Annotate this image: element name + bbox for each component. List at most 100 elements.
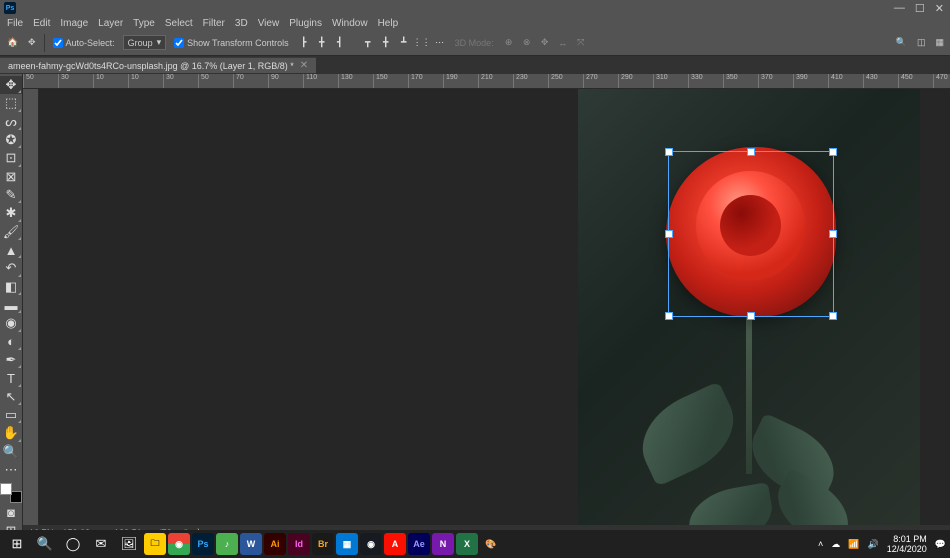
ruler-vertical: [23, 89, 39, 525]
more-options-icon[interactable]: ⋯: [433, 36, 447, 50]
edit-toolbar[interactable]: ⋯: [0, 461, 22, 479]
menu-3d[interactable]: 3D: [230, 18, 253, 29]
chrome-icon[interactable]: ◉: [168, 533, 190, 555]
eyedropper-tool[interactable]: ✎: [0, 186, 22, 204]
tray-chevron-icon[interactable]: ˄: [818, 539, 823, 549]
auto-select-label: Auto-Select:: [66, 38, 115, 48]
bridge-icon[interactable]: Br: [312, 533, 334, 555]
align-right-icon[interactable]: ┫: [333, 36, 347, 50]
color-swatches[interactable]: [0, 483, 22, 503]
document-image[interactable]: [578, 89, 920, 525]
search-icon[interactable]: 🔍: [896, 37, 907, 48]
3d-mode-label: 3D Mode:: [455, 38, 494, 48]
menu-help[interactable]: Help: [373, 18, 404, 29]
menu-file[interactable]: File: [2, 18, 28, 29]
document-tab[interactable]: ameen-fahmy-gcWd0ts4RCo-unsplash.jpg @ 1…: [0, 57, 316, 73]
frame-tool[interactable]: ⊠: [0, 168, 22, 186]
wand-tool[interactable]: ✪: [0, 131, 22, 149]
maximize-button[interactable]: ☐: [915, 2, 925, 15]
excel-icon[interactable]: X: [456, 533, 478, 555]
handle-bl[interactable]: [665, 312, 673, 320]
hand-tool[interactable]: ✋: [0, 424, 22, 442]
menu-image[interactable]: Image: [55, 18, 93, 29]
steam-icon[interactable]: ◉: [360, 533, 382, 555]
type-tool[interactable]: T: [0, 369, 22, 387]
marquee-tool[interactable]: ⬚: [0, 94, 22, 112]
eraser-tool[interactable]: ◧: [0, 278, 22, 296]
share-icon[interactable]: ◫: [917, 37, 926, 48]
handle-tr[interactable]: [829, 148, 837, 156]
document-tab-bar: ameen-fahmy-gcWd0ts4RCo-unsplash.jpg @ 1…: [0, 56, 950, 74]
crop-tool[interactable]: ⊡: [0, 149, 22, 167]
menu-type[interactable]: Type: [128, 18, 160, 29]
mail-icon[interactable]: ✉: [88, 532, 114, 556]
auto-select-input[interactable]: [53, 38, 63, 48]
explorer-icon[interactable]: 🗀: [144, 533, 166, 555]
brush-tool[interactable]: 🖌: [0, 223, 22, 241]
show-transform-input[interactable]: [174, 38, 184, 48]
onenote-icon[interactable]: N: [432, 533, 454, 555]
quick-mask-tool[interactable]: ◙: [0, 503, 22, 521]
distribute-icon[interactable]: ⋮⋮: [415, 36, 429, 50]
blur-tool[interactable]: ◉: [0, 314, 22, 332]
menu-plugins[interactable]: Plugins: [284, 18, 327, 29]
shape-tool[interactable]: ▭: [0, 406, 22, 424]
tray-wifi-icon[interactable]: 📶: [848, 539, 859, 550]
spotify-icon[interactable]: ♪: [216, 533, 238, 555]
move-tool-icon[interactable]: ✥: [28, 37, 36, 48]
menu-view[interactable]: View: [253, 18, 285, 29]
minimize-button[interactable]: —: [894, 2, 905, 15]
menu-layer[interactable]: Layer: [93, 18, 128, 29]
align-icons-row: ┣ ╋ ┫ ┳ ╋ ┻ ⋮⋮ ⋯: [297, 36, 447, 50]
indesign-icon[interactable]: Id: [288, 533, 310, 555]
path-select-tool[interactable]: ↖: [0, 388, 22, 406]
dodge-tool[interactable]: ◐: [0, 333, 22, 351]
stamp-tool[interactable]: ▲: [0, 241, 22, 259]
canvas[interactable]: [39, 89, 950, 525]
word-icon[interactable]: W: [240, 533, 262, 555]
taskbar-clock[interactable]: 8:01 PM 12/4/2020: [887, 534, 927, 554]
history-brush-tool[interactable]: ↶: [0, 259, 22, 277]
gradient-tool[interactable]: ▬: [0, 296, 22, 314]
document-title: ameen-fahmy-gcWd0ts4RCo-unsplash.jpg @ 1…: [8, 61, 294, 71]
paint-icon[interactable]: 🎨: [480, 533, 502, 555]
tab-close-icon[interactable]: ✕: [300, 60, 308, 71]
handle-tl[interactable]: [665, 148, 673, 156]
align-center-v-icon[interactable]: ╋: [379, 36, 393, 50]
align-top-icon[interactable]: ┳: [361, 36, 375, 50]
menu-select[interactable]: Select: [160, 18, 198, 29]
home-icon[interactable]: 🏠: [6, 36, 20, 50]
files-icon[interactable]: ▦: [336, 533, 358, 555]
align-center-h-icon[interactable]: ╋: [315, 36, 329, 50]
align-bottom-icon[interactable]: ┻: [397, 36, 411, 50]
auto-select-mode-dropdown[interactable]: Group ▾: [123, 35, 167, 50]
menu-edit[interactable]: Edit: [28, 18, 55, 29]
taskbar-search-icon[interactable]: 🔍: [32, 532, 58, 556]
aftereffects-icon[interactable]: Ae: [408, 533, 430, 555]
menu-window[interactable]: Window: [327, 18, 373, 29]
workspace-icon[interactable]: ▦: [935, 37, 944, 48]
tray-volume-icon[interactable]: 🔊: [868, 539, 879, 550]
notifications-icon[interactable]: 💬: [935, 539, 946, 550]
zoom-tool[interactable]: 🔍: [0, 443, 22, 461]
start-button[interactable]: ⊞: [4, 532, 30, 556]
acrobat-icon[interactable]: A: [384, 533, 406, 555]
pen-tool[interactable]: ✒: [0, 351, 22, 369]
rose-stem: [746, 314, 752, 474]
handle-br[interactable]: [829, 312, 837, 320]
foreground-color[interactable]: [0, 483, 12, 495]
lasso-tool[interactable]: ᔕ: [0, 113, 22, 131]
menu-filter[interactable]: Filter: [198, 18, 230, 29]
auto-select-checkbox[interactable]: Auto-Select:: [53, 38, 115, 48]
show-transform-checkbox[interactable]: Show Transform Controls: [174, 38, 289, 48]
photos-icon[interactable]: 🖼: [116, 532, 142, 556]
close-button[interactable]: ✕: [935, 2, 944, 15]
move-tool[interactable]: ✥: [0, 76, 22, 94]
align-left-icon[interactable]: ┣: [297, 36, 311, 50]
photoshop-icon[interactable]: Ps: [192, 533, 214, 555]
leaf: [683, 482, 776, 525]
task-view-icon[interactable]: ◯: [60, 532, 86, 556]
healing-tool[interactable]: ✱: [0, 204, 22, 222]
illustrator-icon[interactable]: Ai: [264, 533, 286, 555]
tray-sync-icon[interactable]: ☁: [831, 539, 840, 550]
